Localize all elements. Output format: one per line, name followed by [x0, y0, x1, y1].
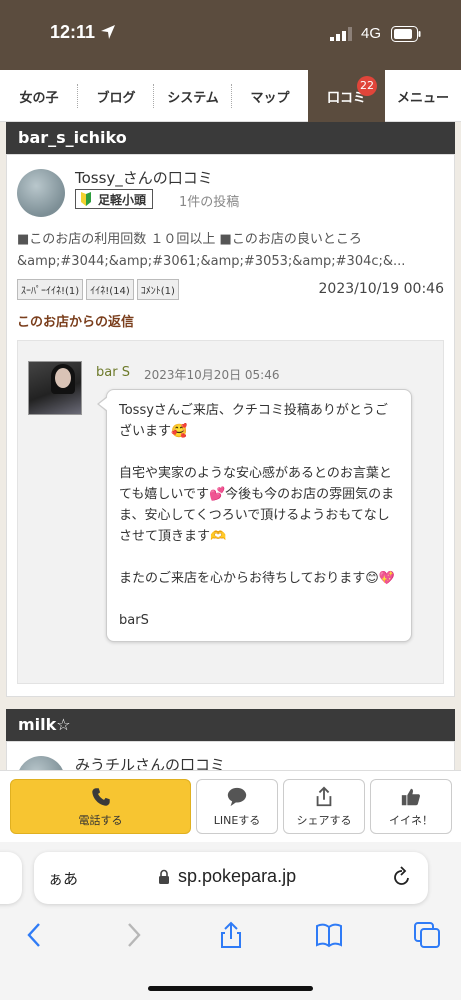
shop-reply-box: bar S 2023年10月20日 05:46 Tossyさんご来店、クチコミ投…: [17, 340, 444, 684]
shop-photo: [28, 361, 82, 415]
reviewer-info: みうチルさんの口コミ: [17, 750, 444, 770]
signal-icon: [330, 27, 352, 41]
reply-paragraph: Tossyさんご来店、クチコミ投稿ありがとうございます🥰: [119, 403, 388, 439]
forward-icon[interactable]: [118, 920, 148, 950]
share-button-label: シェアする: [296, 813, 352, 827]
reviewer-name[interactable]: Tossy_さんの口コミ: [75, 167, 213, 188]
thumbs-up-icon: [401, 788, 420, 805]
tab-blog[interactable]: ブログ: [78, 70, 154, 122]
review-meta: ｽｰﾊﾟｰｲｲﾈ!(1) ｲｲﾈ!(14) ｺﾒﾝﾄ(1) 2023/10/19 0…: [17, 279, 444, 305]
review-text: ■このお店の利用回数 １０回以上 ■このお店の良いところ &amp;#3044;…: [17, 229, 444, 273]
status-bar: 12:11 4G: [0, 0, 461, 70]
reviewer-info: Tossy_さんの口コミ 足軽小頭 1件の投稿: [17, 163, 444, 223]
like-button-label: イイネ！: [389, 813, 433, 827]
shop-reply-title: このお店からの返信: [17, 315, 135, 330]
review-text-line: ■このお店の利用回数 １０回以上 ■このお店の良いところ: [17, 232, 362, 247]
reply-paragraph: barS: [119, 613, 149, 628]
share-icon: [316, 786, 332, 806]
beginner-leaf-icon: [81, 192, 91, 206]
reviewer-level-badge: 足軽小頭: [75, 189, 154, 209]
reviewer-avatar[interactable]: [17, 756, 65, 770]
lock-icon: [159, 869, 169, 884]
reviewer-name[interactable]: みうチルさんの口コミ: [75, 754, 225, 770]
review-count-badge: 22: [357, 76, 377, 96]
status-time: 12:11: [50, 22, 96, 42]
review-card: Tossy_さんの口コミ 足軽小頭 1件の投稿 ■このお店の利用回数 １０回以上…: [6, 154, 455, 697]
location-arrow-icon: [101, 25, 115, 39]
tab-girls-label: 女の子: [19, 90, 59, 106]
browser-toolbar: ぁあ sp.pokepara.jp: [0, 842, 461, 1000]
tab-girls[interactable]: 女の子: [0, 70, 78, 122]
chat-bubble-icon: [227, 787, 247, 806]
super-like-count-tag[interactable]: ｽｰﾊﾟｰｲｲﾈ!(1): [17, 279, 84, 300]
phone-icon: [91, 787, 110, 806]
line-button-label: LINEする: [213, 813, 261, 827]
tab-system[interactable]: システム: [154, 70, 232, 122]
home-indicator: [148, 986, 313, 991]
tab-blog-label: ブログ: [96, 90, 136, 106]
review-text-line: &amp;#3044;&amp;#3061;&amp;#3053;&amp;#3…: [17, 254, 406, 269]
reviewer-avatar[interactable]: [17, 169, 65, 217]
reviews-content: bar_s_ichiko Tossy_さんの口コミ 足軽小頭 1件の投稿 ■この…: [0, 122, 461, 770]
like-button[interactable]: イイネ！: [370, 779, 452, 834]
reload-icon[interactable]: [392, 866, 412, 888]
network-type: 4G: [361, 25, 382, 42]
review-section-header: milk☆: [6, 709, 455, 741]
reply-date: 2023年10月20日 05:46: [144, 368, 280, 382]
bookmarks-icon[interactable]: [314, 920, 344, 950]
reviewer-level-label: 足軽小頭: [98, 192, 147, 207]
share-button[interactable]: シェアする: [283, 779, 365, 834]
shop-nav-tabs: 女の子 ブログ システム マップ 口コミ 22 メニュー: [0, 70, 461, 122]
battery-icon: [391, 26, 421, 42]
review-date: 2023/10/19 00:46: [318, 281, 445, 297]
comment-count-tag[interactable]: ｺﾒﾝﾄ(1): [136, 279, 179, 300]
like-count-tag[interactable]: ｲｲﾈ!(14): [86, 279, 134, 300]
previous-tab-preview[interactable]: [0, 852, 22, 904]
address-bar[interactable]: ぁあ sp.pokepara.jp: [34, 852, 428, 904]
reply-paragraph: 自宅や実家のような安心感があるとのお言葉とても嬉しいです💕今後も今のお店の雰囲気…: [119, 466, 395, 544]
action-bar: 電話する LINEする シェアする イイネ！: [0, 770, 461, 842]
reply-paragraph: またのご来店を心からお待ちしております😊💖: [119, 571, 395, 586]
reply-bubble: Tossyさんご来店、クチコミ投稿ありがとうございます🥰 自宅や実家のような安心…: [97, 389, 412, 642]
tab-map[interactable]: マップ: [232, 70, 308, 122]
reviewer-post-count: 1件の投稿: [179, 195, 240, 210]
tab-menu[interactable]: メニュー: [385, 70, 461, 122]
tab-reviews[interactable]: 口コミ 22: [308, 70, 385, 122]
review-card: みうチルさんの口コミ: [6, 741, 455, 770]
tab-menu-label: メニュー: [396, 90, 449, 106]
back-icon[interactable]: [20, 920, 50, 950]
call-button[interactable]: 電話する: [10, 779, 191, 834]
page-settings-button[interactable]: ぁあ: [48, 868, 78, 889]
call-button-label: 電話する: [78, 813, 123, 827]
review-section-header: bar_s_ichiko: [6, 122, 455, 154]
url-text: sp.pokepara.jp: [178, 866, 297, 886]
tab-system-label: システム: [167, 90, 219, 106]
reply-shop-name: bar S: [96, 365, 130, 380]
tabs-icon[interactable]: [412, 920, 442, 950]
tab-map-label: マップ: [250, 90, 290, 106]
share-sheet-icon[interactable]: [216, 920, 246, 950]
line-button[interactable]: LINEする: [196, 779, 278, 834]
